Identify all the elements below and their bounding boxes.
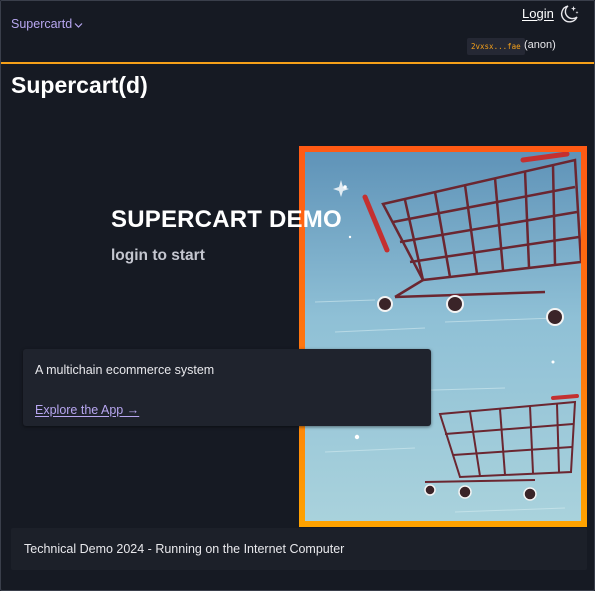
brand-menu-label: Supercartd xyxy=(11,17,73,31)
hero-heading: SUPERCART DEMO xyxy=(111,206,342,233)
page-title: Supercart(d) xyxy=(11,72,148,98)
login-button[interactable]: Login xyxy=(522,6,554,21)
principal-status: (anon) xyxy=(524,39,556,51)
info-card-text: A multichain ecommerce system xyxy=(35,363,215,377)
moon-stars-icon[interactable] xyxy=(558,3,580,25)
brand-menu[interactable]: Supercartd xyxy=(11,17,83,31)
chevron-down-icon xyxy=(74,23,83,28)
top-nav-bar: Supercartd Login 2vxsx...fae (anon) xyxy=(1,1,594,64)
explore-app-link[interactable]: Explore the App → xyxy=(35,403,139,417)
app-window: Supercartd Login 2vxsx...fae (anon) Supe… xyxy=(0,0,595,591)
hero-subheading: login to start xyxy=(111,247,205,264)
shopping-cart-painting xyxy=(305,152,581,521)
info-card: A multichain ecommerce system Explore th… xyxy=(23,349,431,426)
hero-image xyxy=(299,146,587,527)
footer-text: Technical Demo 2024 - Running on the Int… xyxy=(24,542,345,556)
footer: Technical Demo 2024 - Running on the Int… xyxy=(11,528,587,570)
principal-id-chip[interactable]: 2vxsx...fae xyxy=(467,38,525,55)
